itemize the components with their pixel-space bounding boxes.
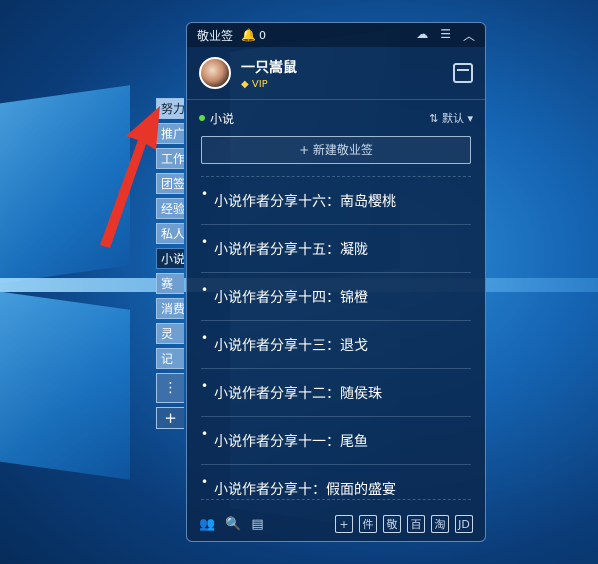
tab-category[interactable]: 灵 bbox=[156, 323, 184, 344]
category-header: 小说 ⇅ 默认 ▾ bbox=[187, 100, 485, 136]
annotation-arrow bbox=[100, 106, 160, 248]
calendar-icon[interactable] bbox=[453, 63, 473, 83]
note-title: 小说作者分享十四：锦橙 bbox=[214, 289, 368, 306]
notification-count: 0 bbox=[258, 28, 266, 42]
vip-badge: VIP bbox=[251, 78, 268, 90]
toolbar-file-button[interactable]: 件 bbox=[359, 515, 377, 533]
tab-category[interactable]: 赛 bbox=[156, 273, 184, 294]
tab-category-active[interactable]: 小说 bbox=[156, 248, 184, 269]
notes-panel: 敬业签 🔔 0 ☁ ☰ ︿ 一只嵩鼠 ◆ VIP 小说 ⇅ 默认 ▾ + 新建敬… bbox=[186, 22, 486, 542]
app-title: 敬业签 bbox=[197, 28, 234, 43]
title-bar: 敬业签 🔔 0 ☁ ☰ ︿ bbox=[187, 23, 485, 47]
list-item[interactable]: • 小说作者分享十五：凝陇 bbox=[201, 225, 471, 273]
more-tabs-button[interactable]: ⋮ bbox=[156, 373, 184, 403]
cloud-icon[interactable]: ☁ bbox=[416, 27, 428, 44]
toolbar-add-button[interactable]: + bbox=[335, 515, 353, 533]
toolbar-jing-button[interactable]: 敬 bbox=[383, 515, 401, 533]
note-title: 小说作者分享十一：尾鱼 bbox=[214, 433, 368, 450]
list-item[interactable]: • 小说作者分享十六：南岛樱桃 bbox=[201, 177, 471, 225]
users-icon[interactable]: 👥 bbox=[199, 517, 215, 532]
category-name: 小说 bbox=[210, 111, 235, 126]
new-note-button[interactable]: + 新建敬业签 bbox=[201, 136, 471, 164]
note-title: 小说作者分享十：假面的盛宴 bbox=[214, 481, 396, 498]
list-item[interactable]: • 小说作者分享十三：退戈 bbox=[201, 321, 471, 369]
status-dot bbox=[199, 115, 205, 121]
tab-category[interactable]: 记 bbox=[156, 348, 184, 369]
notes-list: • 小说作者分享十六：南岛樱桃 • 小说作者分享十五：凝陇 • 小说作者分享十四：锦橙… bbox=[201, 176, 471, 500]
sort-label: 默认 bbox=[441, 112, 464, 125]
add-tab-button[interactable]: + bbox=[156, 407, 184, 429]
menu-icon[interactable]: ☰ bbox=[440, 27, 451, 44]
bell-icon[interactable]: 🔔 bbox=[241, 28, 256, 42]
list-item[interactable]: • 小说作者分享十四：锦橙 bbox=[201, 273, 471, 321]
note-title: 小说作者分享十五：凝陇 bbox=[214, 241, 368, 258]
note-title: 小说作者分享十六：南岛樱桃 bbox=[214, 193, 396, 210]
avatar[interactable] bbox=[199, 57, 231, 89]
list-item[interactable]: • 小说作者分享十一：尾鱼 bbox=[201, 417, 471, 465]
user-profile: 一只嵩鼠 ◆ VIP bbox=[187, 47, 485, 100]
note-title: 小说作者分享十三：退戈 bbox=[214, 337, 368, 354]
toolbar-baidu-button[interactable]: 百 bbox=[407, 515, 425, 533]
toolbar-taobao-button[interactable]: 淘 bbox=[431, 515, 449, 533]
list-item[interactable]: • 小说作者分享十二：随侯珠 bbox=[201, 369, 471, 417]
chevron-up-icon[interactable]: ︿ bbox=[463, 27, 475, 44]
desktop-window-pane bbox=[0, 290, 130, 480]
notes-icon[interactable]: ▤ bbox=[251, 517, 263, 532]
sort-dropdown[interactable]: ⇅ 默认 ▾ bbox=[429, 110, 473, 126]
search-icon[interactable]: 🔍 bbox=[225, 517, 241, 532]
list-item[interactable]: • 小说作者分享十：假面的盛宴 bbox=[201, 465, 471, 499]
tab-category[interactable]: 消费 bbox=[156, 298, 184, 319]
bottom-toolbar: 👥 🔍 ▤ + 件 敬 百 淘 JD bbox=[187, 507, 485, 541]
user-name: 一只嵩鼠 bbox=[241, 59, 297, 76]
note-title: 小说作者分享十二：随侯珠 bbox=[214, 385, 382, 402]
diamond-icon: ◆ bbox=[241, 78, 249, 90]
toolbar-jd-button[interactable]: JD bbox=[455, 515, 473, 533]
